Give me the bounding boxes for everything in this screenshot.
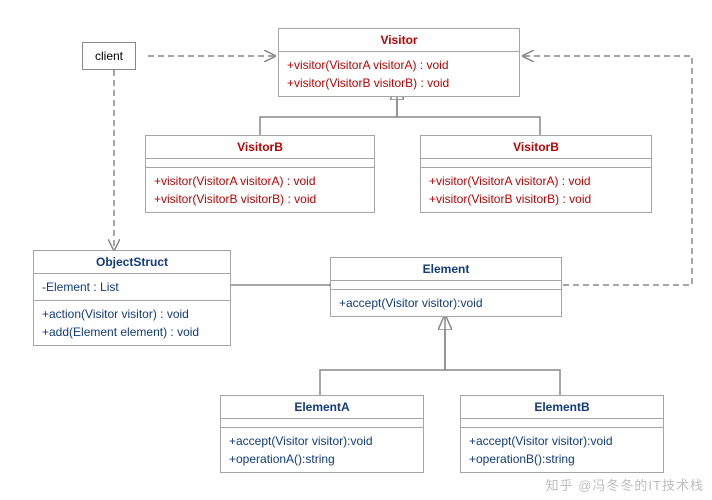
- visitor-b1-method2: +visitor(VisitorB visitorB) : void: [154, 190, 366, 208]
- visitor-b2-method1: +visitor(VisitorA visitorA) : void: [429, 172, 643, 190]
- object-struct-attr1: -Element : List: [42, 278, 222, 296]
- visitor-title: Visitor: [279, 29, 519, 52]
- element-title: Element: [331, 258, 561, 281]
- element-a-title: ElementA: [221, 396, 423, 419]
- object-struct-title: ObjectStruct: [34, 251, 230, 274]
- object-struct-method2: +add(Element element) : void: [42, 323, 222, 341]
- element-a-method2: +operationA():string: [229, 450, 415, 468]
- visitor-method1: +visitor(VisitorA visitorA) : void: [287, 56, 511, 74]
- element-a-class: ElementA +accept(Visitor visitor):void +…: [220, 395, 424, 473]
- visitor-b2-title: VisitorB: [421, 136, 651, 159]
- visitor-method2: +visitor(VisitorB visitorB) : void: [287, 74, 511, 92]
- element-b-method2: +operationB():string: [469, 450, 655, 468]
- element-b-class: ElementB +accept(Visitor visitor):void +…: [460, 395, 664, 473]
- object-struct-method1: +action(Visitor visitor) : void: [42, 305, 222, 323]
- element-b-method1: +accept(Visitor visitor):void: [469, 432, 655, 450]
- client-label: client: [95, 49, 123, 63]
- visitor-b1-class: VisitorB +visitor(VisitorA visitorA) : v…: [145, 135, 375, 213]
- visitor-b1-title: VisitorB: [146, 136, 374, 159]
- watermark-text: 知乎 @冯冬冬的IT技术栈: [546, 475, 704, 494]
- visitor-b2-class: VisitorB +visitor(VisitorA visitorA) : v…: [420, 135, 652, 213]
- element-b-title: ElementB: [461, 396, 663, 419]
- element-class: Element +accept(Visitor visitor):void: [330, 257, 562, 317]
- client-node: client: [82, 42, 136, 70]
- element-method1: +accept(Visitor visitor):void: [339, 294, 553, 312]
- visitor-b1-method1: +visitor(VisitorA visitorA) : void: [154, 172, 366, 190]
- visitor-b2-method2: +visitor(VisitorB visitorB) : void: [429, 190, 643, 208]
- visitor-class: Visitor +visitor(VisitorA visitorA) : vo…: [278, 28, 520, 97]
- object-struct-class: ObjectStruct -Element : List +action(Vis…: [33, 250, 231, 346]
- element-a-method1: +accept(Visitor visitor):void: [229, 432, 415, 450]
